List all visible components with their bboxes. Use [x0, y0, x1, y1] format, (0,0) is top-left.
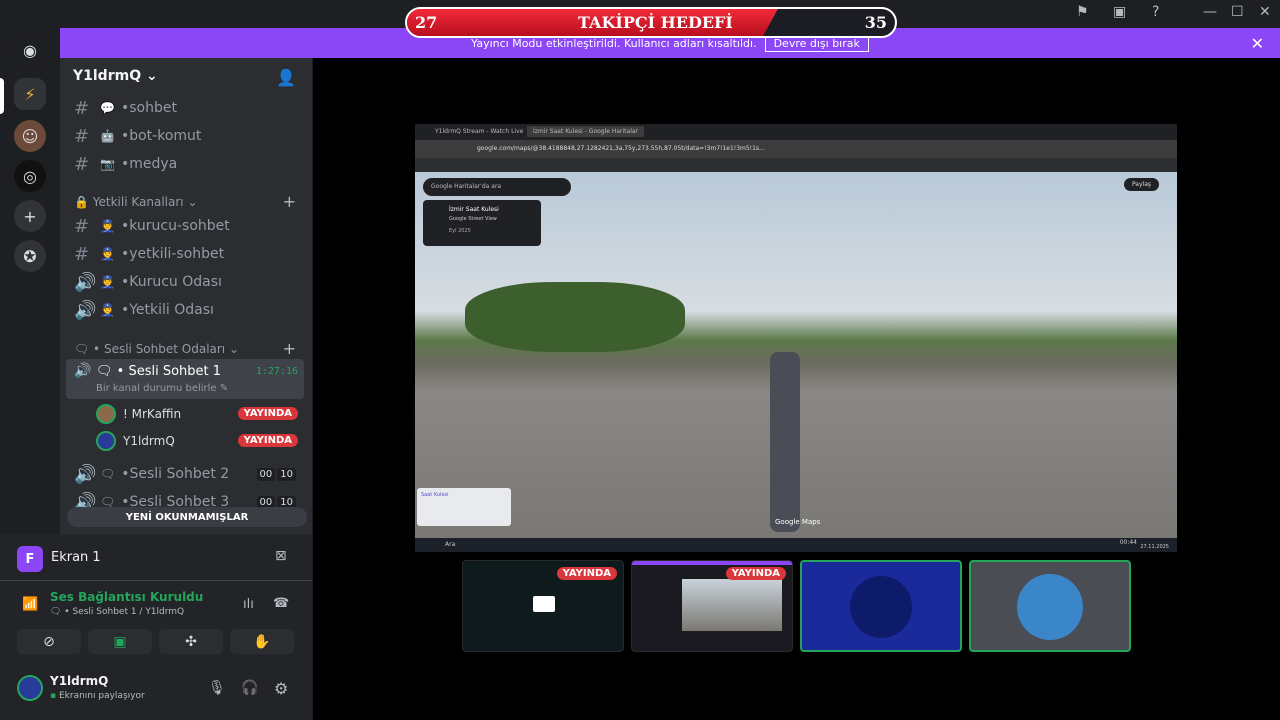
taskbar-clock: 00:44 — [1119, 539, 1137, 546]
live-badge: YAYINDA — [725, 567, 786, 580]
category-yetkili[interactable]: 🔒 Yetkili Kanalları ⌄ — [74, 195, 198, 209]
browser-tabs: Y1ldrmQ Stream - Watch Live İzmir Saat K… — [415, 124, 1177, 140]
shared-browser-window[interactable]: Y1ldrmQ Stream - Watch Live İzmir Saat K… — [415, 124, 1177, 552]
trees-left — [465, 282, 685, 352]
follower-goal-overlay: 27 TAKİPÇİ HEDEFİ 35 — [405, 7, 897, 38]
activities-button[interactable]: ✣ — [159, 629, 223, 654]
street-view-image[interactable]: Google Haritalar'da ara İzmir Saat Kules… — [415, 172, 1177, 538]
goal-current: 27 — [415, 13, 438, 32]
stop-screen-icon[interactable]: ⊠ — [275, 548, 287, 564]
maps-search-input[interactable]: Google Haritalar'da ara — [423, 178, 571, 196]
minimize-icon[interactable]: — — [1203, 4, 1217, 20]
voice-user-name: ! MrKaffin — [123, 407, 182, 421]
place-title: İzmir Saat Kulesi — [449, 206, 499, 213]
place-subtitle: Google Street View — [449, 216, 497, 222]
user-count: 00 10 — [256, 468, 296, 481]
stream-tile-1[interactable]: YAYINDA — [462, 560, 624, 652]
disconnect-icon[interactable]: ☎ — [273, 596, 289, 611]
goal-title: TAKİPÇİ HEDEFİ — [578, 13, 733, 32]
explore-icon[interactable]: ✪ — [14, 240, 46, 272]
add-voice-channel-icon[interactable]: + — [283, 339, 296, 358]
speaker-icon: 🔊 — [74, 363, 92, 379]
camera-tile-2[interactable] — [969, 560, 1131, 652]
signal-icon[interactable]: 📶 — [22, 597, 38, 612]
divider — [0, 580, 312, 581]
avatar — [1017, 574, 1083, 640]
screen-share-title: Ekran 1 — [51, 550, 101, 565]
place-date: Eyl 2025 — [449, 228, 471, 234]
new-unreads-button[interactable]: YENİ OKUNMAMIŞLAR — [67, 507, 307, 527]
channel-medya[interactable]: # 📷 • medya — [74, 152, 304, 176]
stream-tile-2[interactable]: YAYINDA — [631, 560, 793, 652]
share-button[interactable]: Paylaş — [1123, 178, 1159, 191]
channel-sohbet[interactable]: # 💬 • sohbet — [74, 96, 304, 120]
screen-share-avatar: F — [17, 546, 43, 572]
maps-watermark: Google Maps — [775, 518, 821, 526]
server-pill — [0, 78, 4, 114]
account-status: ▪ Ekranını paylaşıyor — [50, 691, 145, 701]
camera-off-button[interactable]: ⊘ — [17, 629, 81, 654]
taskbar-date: 27.11.2025 — [1140, 544, 1169, 550]
inbox-icon[interactable]: ▣ — [1113, 4, 1126, 20]
server-avatar-1[interactable]: ☺ — [14, 120, 46, 152]
voice-status[interactable]: Ses Bağlantısı Kuruldu — [50, 590, 203, 604]
live-badge: YAYINDA — [237, 434, 298, 447]
tile-preview — [682, 579, 782, 631]
tile-accent — [632, 561, 792, 565]
taskbar-search[interactable]: Ara — [445, 541, 455, 548]
monitor-icon — [533, 596, 555, 612]
add-server-icon[interactable]: + — [14, 200, 46, 232]
discord-home-icon[interactable]: ◉ — [14, 34, 46, 66]
category-sesli[interactable]: 🗨 • Sesli Sohbet Odaları ⌄ — [74, 342, 239, 356]
pedestrian — [770, 352, 800, 532]
channel-yetkili-sohbet[interactable]: # 👮 • yetkili-sohbet — [74, 242, 304, 266]
flag-icon[interactable]: ⚑ — [1076, 4, 1089, 20]
mic-icon[interactable]: 🎙 — [208, 680, 226, 696]
channel-kurucu-sohbet[interactable]: # 👮 • kurucu-sohbet — [74, 214, 304, 238]
channel-status-prompt[interactable]: Bir kanal durumu belirle ✎ — [96, 383, 228, 394]
server-avatar-2[interactable]: ◎ — [14, 160, 46, 192]
browser-tab-active[interactable]: İzmir Saat Kulesi - Google Haritalar — [527, 126, 645, 137]
voice-path: 🗨 • Sesli Sohbet 1 / Y1ldrmQ — [50, 607, 185, 617]
voice-kurucu-odasi[interactable]: 🔊 👮 • Kurucu Odası — [74, 270, 304, 294]
channel-bot-komut[interactable]: # 🤖 • bot-komut — [74, 124, 304, 148]
account-name[interactable]: Y1ldrmQ — [50, 674, 108, 688]
live-badge: YAYINDA — [237, 407, 298, 420]
banner-text: Yayıncı Modu etkinleştirildi. Kullanıcı … — [471, 36, 757, 50]
browser-tab[interactable]: Y1ldrmQ Stream - Watch Live — [435, 128, 523, 135]
mini-map[interactable]: Saat Kulesi — [417, 488, 511, 526]
server-lightning-icon[interactable]: ⚡ — [14, 78, 46, 110]
live-badge: YAYINDA — [556, 567, 617, 580]
channel-timer: 1:27:16 — [255, 366, 298, 377]
avatar — [96, 431, 116, 451]
camera-tile-1[interactable] — [800, 560, 962, 652]
close-icon[interactable]: ✕ — [1259, 4, 1271, 20]
goal-target: 35 — [864, 13, 887, 32]
url-text[interactable]: google.com/maps/@38.4188848,27.1282421,3… — [477, 145, 765, 152]
user-panel: F Ekran 1 ⊠ 📶 Ses Bağlantısı Kuruldu 🗨 •… — [0, 534, 312, 720]
active-voice-channel[interactable]: 🔊 🗨 • Sesli Sohbet 1 1:27:16 Bir kanal d… — [66, 359, 304, 399]
voice-yetkili-odasi[interactable]: 🔊 👮 • Yetkili Odası — [74, 298, 304, 322]
help-icon[interactable]: ? — [1152, 4, 1159, 20]
address-bar: google.com/maps/@38.4188848,27.1282421,3… — [415, 140, 1177, 158]
invite-icon[interactable]: 👤 — [276, 68, 296, 87]
add-channel-icon[interactable]: + — [283, 192, 296, 211]
settings-gear-icon[interactable]: ⚙ — [274, 679, 288, 698]
close-banner-icon[interactable]: ✕ — [1251, 34, 1264, 53]
noise-suppression-icon[interactable]: ılı — [243, 597, 254, 612]
server-name[interactable]: Y1ldrmQ ⌄ — [73, 68, 158, 84]
screen-share-button[interactable]: ▣ — [88, 629, 152, 654]
bookmark-bar — [415, 158, 1177, 172]
soundboard-button[interactable]: ✋ — [230, 629, 294, 654]
avatar — [96, 404, 116, 424]
avatar[interactable] — [17, 675, 43, 701]
active-channel-name: 🗨 • Sesli Sohbet 1 — [96, 364, 222, 379]
voice-user-name: Y1ldrmQ — [123, 434, 175, 448]
avatar — [850, 576, 912, 638]
maximize-icon[interactable]: ☐ — [1231, 4, 1244, 20]
headphones-icon[interactable]: 🎧 — [241, 680, 258, 696]
place-card[interactable]: İzmir Saat Kulesi Google Street View Eyl… — [423, 200, 541, 246]
windows-taskbar: Ara 00:44 27.11.2025 — [415, 538, 1177, 552]
